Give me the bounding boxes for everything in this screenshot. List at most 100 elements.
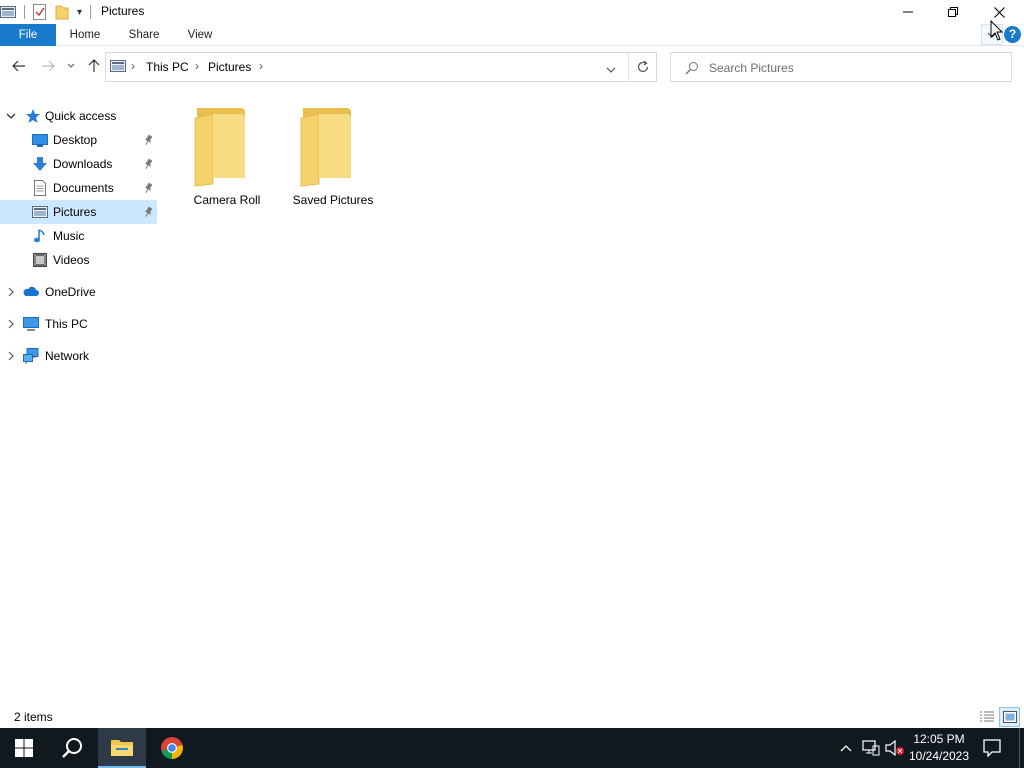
nav-label: Documents bbox=[53, 181, 114, 195]
nav-label: Videos bbox=[53, 253, 90, 267]
refresh-button[interactable] bbox=[636, 60, 650, 77]
chrome-icon bbox=[161, 737, 183, 759]
up-arrow-icon bbox=[88, 59, 100, 72]
nav-item-music[interactable]: Music bbox=[0, 224, 157, 248]
window-icon[interactable] bbox=[0, 5, 16, 19]
documents-icon bbox=[34, 180, 46, 196]
computer-icon bbox=[23, 317, 39, 331]
help-icon[interactable]: ? bbox=[1004, 26, 1021, 43]
pin-icon[interactable] bbox=[142, 206, 154, 218]
details-view-icon bbox=[980, 711, 994, 722]
minimize-button[interactable] bbox=[885, 0, 931, 24]
file-explorer-taskbar-button[interactable] bbox=[98, 728, 146, 768]
breadcrumb-pictures[interactable]: Pictures bbox=[208, 60, 251, 74]
file-explorer-icon bbox=[111, 740, 133, 756]
up-button[interactable] bbox=[82, 55, 106, 77]
nav-item-onedrive[interactable]: OneDrive bbox=[0, 280, 157, 304]
breadcrumb-separator[interactable]: › bbox=[259, 59, 263, 73]
address-history-dropdown[interactable] bbox=[606, 63, 616, 77]
restore-button[interactable] bbox=[930, 0, 976, 24]
network-icon bbox=[23, 348, 39, 364]
nav-item-pictures[interactable]: Pictures bbox=[0, 200, 157, 224]
nav-label: Quick access bbox=[45, 109, 117, 123]
search-icon bbox=[685, 61, 699, 78]
folder-name: Camera Roll bbox=[193, 193, 261, 207]
nav-label: Desktop bbox=[53, 133, 98, 147]
folder-item-camera-roll[interactable]: Camera Roll bbox=[179, 100, 275, 214]
nav-label: OneDrive bbox=[45, 285, 96, 299]
search-box[interactable] bbox=[670, 52, 1012, 82]
properties-icon[interactable] bbox=[33, 4, 47, 20]
qat-divider bbox=[24, 5, 25, 19]
chevron-down-icon[interactable] bbox=[6, 111, 16, 121]
folder-icon bbox=[194, 108, 245, 187]
pin-icon[interactable] bbox=[142, 182, 154, 194]
notifications-icon bbox=[983, 739, 1001, 757]
recent-locations-button[interactable] bbox=[62, 55, 80, 77]
navigation-pane: Quick access Desktop Downloads Documents… bbox=[0, 100, 157, 700]
chrome-taskbar-button[interactable] bbox=[148, 728, 196, 768]
chevron-down-icon bbox=[606, 67, 616, 73]
folder-item-saved-pictures[interactable]: Saved Pictures bbox=[285, 100, 381, 214]
nav-label: Music bbox=[53, 229, 85, 243]
folder-icon bbox=[300, 108, 351, 187]
minimize-icon bbox=[903, 11, 913, 13]
pin-icon[interactable] bbox=[142, 158, 154, 170]
chevron-down-icon bbox=[67, 63, 75, 68]
search-input[interactable] bbox=[709, 59, 999, 77]
search-icon bbox=[62, 738, 82, 758]
address-divider bbox=[628, 53, 629, 81]
ribbon-tabs: File Home Share View ? bbox=[0, 24, 1024, 46]
nav-item-downloads[interactable]: Downloads bbox=[0, 152, 157, 176]
show-hidden-icons-button[interactable] bbox=[836, 728, 856, 768]
breadcrumb-this-pc[interactable]: This PC bbox=[146, 60, 189, 74]
notifications-button[interactable] bbox=[978, 728, 1006, 768]
network-tray-button[interactable] bbox=[860, 728, 882, 768]
onedrive-cloud-icon bbox=[23, 286, 39, 296]
nav-label: Network bbox=[45, 349, 90, 363]
nav-item-quick-access[interactable]: Quick access bbox=[0, 104, 157, 128]
qat-dropdown-icon[interactable]: ▾ bbox=[77, 7, 82, 18]
chevron-right-icon[interactable] bbox=[6, 319, 16, 329]
music-icon bbox=[34, 229, 45, 243]
desktop-icon bbox=[32, 134, 48, 147]
breadcrumb-separator[interactable]: › bbox=[195, 59, 199, 73]
chevron-up-icon bbox=[840, 745, 852, 752]
forward-button[interactable] bbox=[36, 55, 60, 77]
mouse-cursor-icon bbox=[990, 20, 1004, 41]
tab-file[interactable]: File bbox=[0, 24, 56, 46]
restore-icon bbox=[948, 7, 958, 17]
windows-logo-icon bbox=[15, 739, 33, 757]
nav-item-videos[interactable]: Videos bbox=[0, 248, 157, 272]
pin-icon[interactable] bbox=[142, 134, 154, 146]
tab-view[interactable]: View bbox=[180, 24, 220, 46]
chevron-right-icon[interactable] bbox=[6, 351, 16, 361]
show-desktop-button[interactable] bbox=[1019, 728, 1020, 768]
qat-divider bbox=[90, 5, 92, 19]
taskbar: 12:05 PM 10/24/2023 bbox=[0, 728, 1024, 768]
address-bar[interactable]: › This PC › Pictures › bbox=[105, 52, 657, 82]
nav-label: This PC bbox=[45, 317, 88, 331]
nav-item-network[interactable]: Network bbox=[0, 344, 157, 368]
nav-label: Pictures bbox=[53, 205, 97, 219]
network-status-icon bbox=[862, 740, 880, 756]
tab-share[interactable]: Share bbox=[122, 24, 166, 46]
clock-time: 12:05 PM bbox=[913, 732, 965, 746]
back-button[interactable] bbox=[7, 55, 31, 77]
large-icons-view-button[interactable] bbox=[999, 707, 1020, 727]
start-button[interactable] bbox=[0, 728, 48, 768]
status-bar: 2 items bbox=[0, 706, 1024, 728]
item-count: 2 items bbox=[14, 710, 53, 724]
chevron-right-icon[interactable] bbox=[6, 287, 16, 297]
new-folder-icon[interactable] bbox=[55, 4, 71, 20]
details-view-button[interactable] bbox=[977, 708, 997, 726]
clock[interactable]: 12:05 PM 10/24/2023 bbox=[900, 731, 978, 765]
large-icons-view-icon bbox=[1002, 711, 1017, 723]
breadcrumb-separator[interactable]: › bbox=[131, 59, 135, 73]
search-taskbar-button[interactable] bbox=[48, 728, 96, 768]
nav-item-this-pc[interactable]: This PC bbox=[0, 312, 157, 336]
pictures-location-icon bbox=[110, 59, 126, 76]
nav-item-documents[interactable]: Documents bbox=[0, 176, 157, 200]
nav-item-desktop[interactable]: Desktop bbox=[0, 128, 157, 152]
tab-home[interactable]: Home bbox=[62, 24, 108, 46]
